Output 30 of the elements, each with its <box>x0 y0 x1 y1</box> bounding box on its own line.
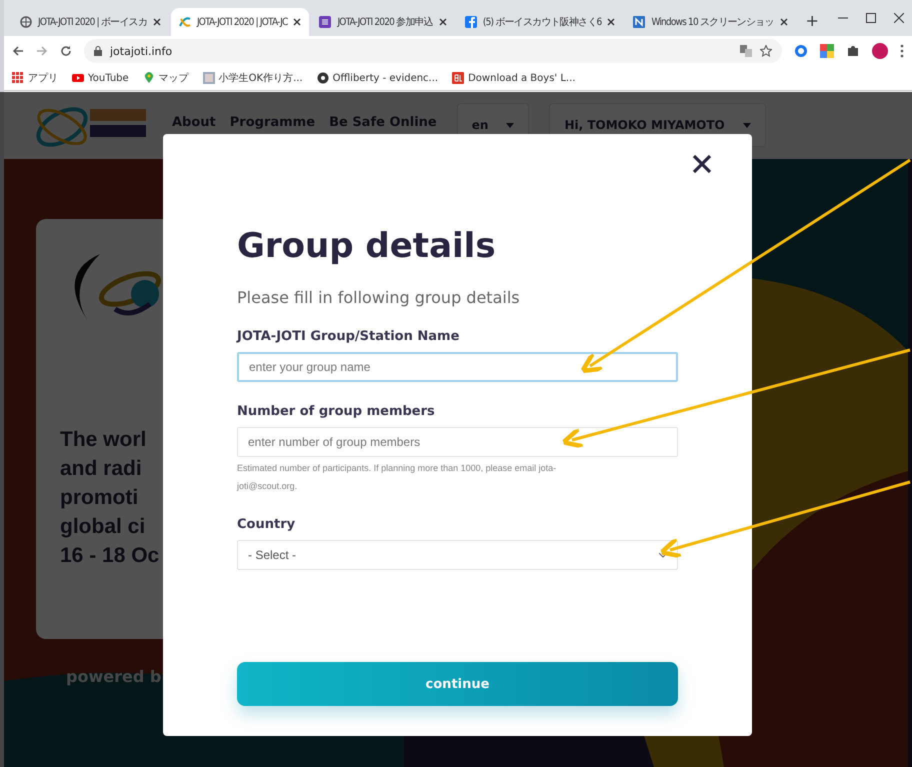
tab-title: JOTA-JOTI 2020 | JOTA-JC <box>196 16 288 28</box>
address-field[interactable]: jotajoti.info <box>84 39 782 63</box>
browser-tab[interactable]: JOTA-JOTI 2020 | ボーイスカ <box>12 8 169 36</box>
powered-by-text: powered b <box>66 667 161 686</box>
dialog-subtitle: Please fill in following group details <box>237 288 521 307</box>
input-field[interactable]: enter number of group members <box>237 427 678 457</box>
browser-tab[interactable]: Windows 10 スクリーンショッ <box>625 8 796 36</box>
hero-heading: The worl and radi promoti global ci 16 - 18 Oc <box>60 427 160 569</box>
help-text: Estimated number of participants. If planning more than 1000, please email jota-joti@scout.org. <box>237 462 558 493</box>
dialog-title: Group details <box>237 226 497 266</box>
tab-title: JOTA-JOTI 2020 | ボーイスカ <box>38 16 147 29</box>
bookmark[interactable]: マップ <box>142 71 189 85</box>
tab-title: Windows 10 スクリーンショッ <box>651 16 774 29</box>
country-dropdown[interactable]: - Select - <box>237 540 678 570</box>
input-field[interactable]: enter your group name <box>237 352 678 382</box>
field-label: Country <box>237 517 296 532</box>
browser-tab[interactable]: (5) ボーイスカウト阪神さく6 <box>456 8 624 36</box>
bookmark[interactable]: YouTube <box>72 72 129 84</box>
bookmark[interactable]: アプリ <box>12 71 58 85</box>
field-label: JOTA-JOTI Group/Station Name <box>237 329 460 344</box>
tab-title: JOTA-JOTI 2020 参加申込 <box>337 16 433 29</box>
bookmark[interactable]: 小学生OK作り方... <box>202 71 303 85</box>
bookmark[interactable]: Offliberty - evidenc... <box>316 72 438 84</box>
tab-title: (5) ボーイスカウト阪神さく6 <box>482 16 602 29</box>
bookmark[interactable]: Download a Boys' L... <box>452 72 576 84</box>
url-text: jotajoti.info <box>110 44 174 58</box>
browser-tab[interactable]: JOTA-JOTI 2020 | JOTA-JC <box>170 8 310 36</box>
browser-tab[interactable]: JOTA-JOTI 2020 参加申込 <box>311 8 455 36</box>
field-label: Number of group members <box>237 404 436 419</box>
new-tab-button[interactable]: + <box>798 11 827 36</box>
